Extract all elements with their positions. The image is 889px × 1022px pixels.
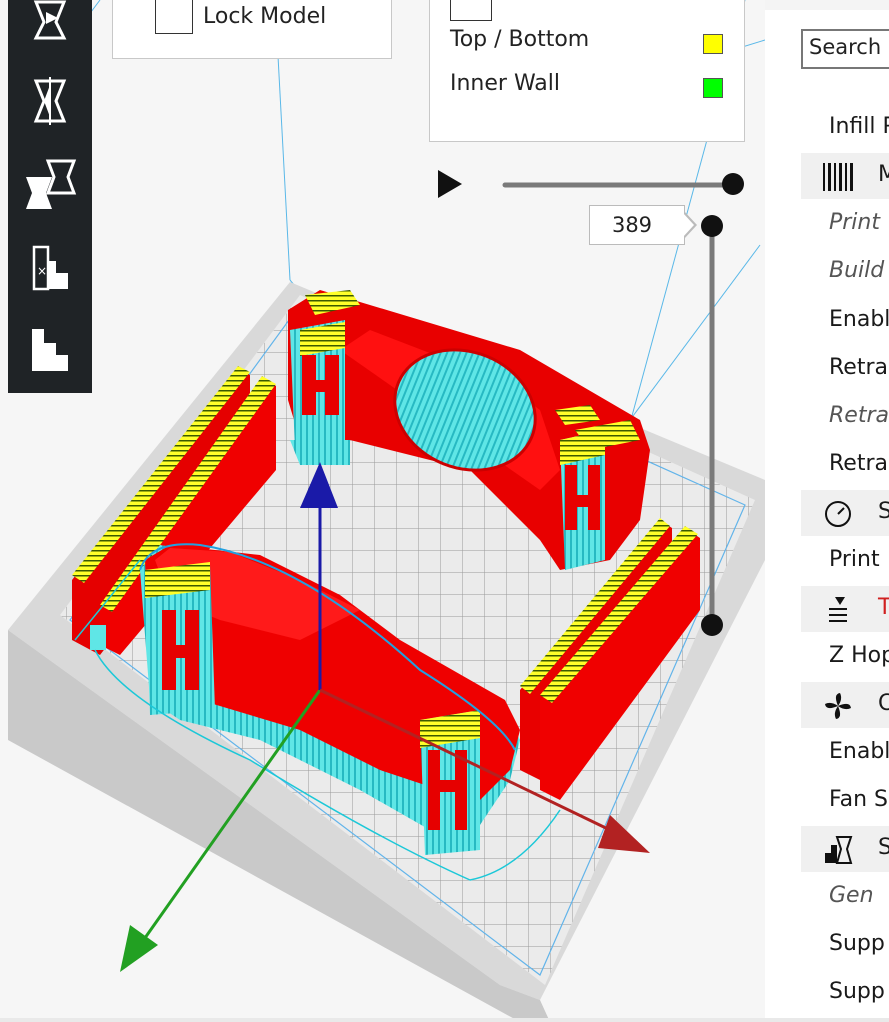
setting-printing-temperature[interactable]: Print [829, 210, 880, 235]
setting-enable-print-cooling[interactable]: Enabl [829, 739, 889, 764]
print-settings-panel: Search Infill P M Print Build Enabl Retr… [765, 0, 889, 1022]
setting-retraction-min-travel[interactable]: Retra [829, 451, 888, 476]
bottom-edge [0, 1018, 889, 1022]
setting-fan-speed[interactable]: Fan S [829, 787, 888, 812]
setting-z-hop[interactable]: Z Hop [829, 643, 889, 668]
setting-print-speed[interactable]: Print [829, 547, 880, 572]
section-support-label: S [878, 835, 889, 860]
layer-slider-lower-handle[interactable] [701, 614, 723, 636]
support-blocker-icon [32, 329, 68, 371]
section-travel[interactable]: T [801, 586, 889, 632]
play-button-icon[interactable] [438, 170, 462, 198]
support-icon [823, 835, 853, 865]
setting-enable-retraction[interactable]: Enabl [829, 307, 889, 332]
section-travel-label: T [878, 595, 889, 620]
speed-gauge-icon [823, 499, 853, 529]
material-icon [823, 162, 853, 192]
section-material[interactable]: M [801, 153, 889, 199]
support-blocker-button[interactable] [22, 320, 78, 380]
build-plate-scene[interactable] [0, 0, 765, 1022]
section-speed[interactable]: S [801, 490, 889, 536]
setting-support-structure[interactable]: Supp [829, 931, 885, 956]
setting-build-plate-temperature[interactable]: Build [829, 258, 884, 283]
playback-handle[interactable] [722, 173, 744, 195]
legend-inner-wall-label: Inner Wall [450, 71, 560, 96]
setting-retraction-speed[interactable]: Retra [829, 403, 889, 428]
setting-generate-support[interactable]: Gen [829, 883, 874, 908]
setting-retraction-distance[interactable]: Retra [829, 355, 888, 380]
left-toolbar: × [8, 0, 92, 393]
3d-viewport[interactable]: Lock Model Top / Bottom Inner Wall 389 × [0, 0, 765, 1022]
scale-tool-icon [33, 77, 67, 125]
sidebar-top-gap [765, 0, 889, 10]
legend-inner-wall-swatch [703, 78, 723, 98]
move-tool-icon [33, 0, 67, 40]
section-material-label: M [878, 162, 889, 187]
legend-checkbox[interactable] [450, 0, 492, 21]
current-layer-field[interactable]: 389 [589, 205, 685, 245]
legend-top-bottom-label: Top / Bottom [450, 27, 590, 52]
setting-infill-pattern[interactable]: Infill P [829, 114, 889, 139]
mirror-tool-icon [26, 159, 77, 209]
section-speed-label: S [878, 499, 889, 524]
travel-icon [823, 595, 853, 625]
cooling-fan-icon [823, 691, 853, 721]
layer-slider-upper-handle[interactable] [701, 215, 723, 237]
setting-support-placement[interactable]: Supp [829, 979, 885, 1004]
per-model-settings-icon: × [32, 245, 68, 291]
per-model-settings-button[interactable]: × [22, 238, 78, 298]
mirror-tool-button[interactable] [22, 155, 78, 215]
legend-top-bottom-swatch [703, 34, 723, 54]
settings-search-field[interactable]: Search [801, 29, 889, 69]
lock-model-label: Lock Model [203, 4, 327, 29]
section-support[interactable]: S [801, 826, 889, 872]
move-tool-button[interactable] [22, 0, 78, 50]
layer-label-pointer-inner [683, 213, 694, 237]
section-cooling[interactable]: C [801, 682, 889, 728]
lock-model-checkbox[interactable] [155, 0, 193, 34]
scale-tool-button[interactable] [22, 70, 78, 130]
svg-text:×: × [37, 264, 47, 278]
section-cooling-label: C [878, 691, 889, 716]
lock-model-panel: Lock Model [112, 0, 392, 59]
color-legend-panel: Top / Bottom Inner Wall [429, 0, 745, 142]
